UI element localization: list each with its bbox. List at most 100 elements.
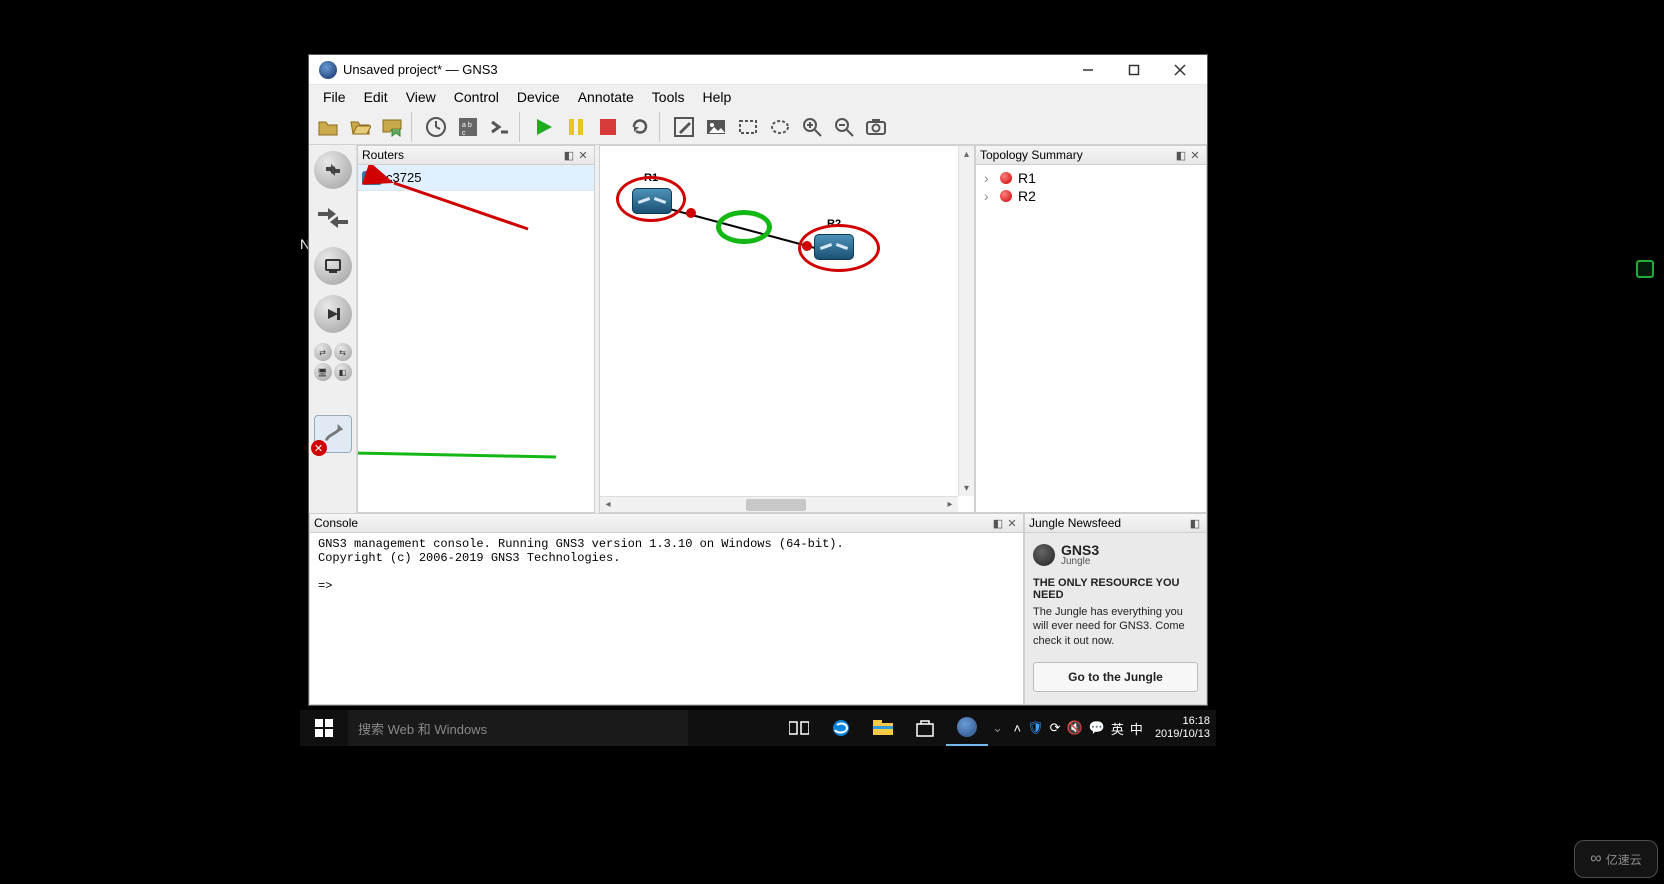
tray-chevron-icon[interactable]: ˄ xyxy=(1014,721,1022,736)
vertical-scrollbar[interactable]: ▴▾ xyxy=(958,146,974,496)
draw-rect-icon[interactable] xyxy=(733,112,763,142)
insert-image-icon[interactable] xyxy=(701,112,731,142)
router-icon xyxy=(362,171,382,185)
store-icon[interactable] xyxy=(904,710,946,746)
expand-icon[interactable]: › xyxy=(984,188,994,204)
svg-text:c: c xyxy=(462,130,466,137)
gns3-logo-icon xyxy=(1033,544,1055,566)
taskbar-search[interactable]: 搜索 Web 和 Windows xyxy=(348,710,688,746)
undock-icon[interactable]: ◧ xyxy=(991,516,1005,530)
topology-item-label: R1 xyxy=(1018,170,1036,186)
snapshot-icon[interactable] xyxy=(421,112,451,142)
topology-item[interactable]: › R2 xyxy=(980,187,1202,205)
close-panel-icon[interactable]: ✕ xyxy=(576,148,590,162)
routers-panel-title[interactable]: Routers ◧ ✕ xyxy=(357,145,595,165)
menu-tools[interactable]: Tools xyxy=(644,87,693,107)
console-panel-title[interactable]: Console ◧ ✕ xyxy=(309,513,1024,533)
console-output[interactable]: GNS3 management console. Running GNS3 ve… xyxy=(309,533,1024,705)
menu-file[interactable]: File xyxy=(315,87,354,107)
menubar: File Edit View Control Device Annotate T… xyxy=(309,85,1207,109)
tray-ime2-icon[interactable]: 中 xyxy=(1130,719,1143,738)
menu-view[interactable]: View xyxy=(398,87,444,107)
tray-shield-icon[interactable]: 🛡 xyxy=(1027,720,1044,736)
router-item[interactable]: c3725 xyxy=(358,165,594,191)
annotation-arrow-red xyxy=(358,165,594,512)
window-title: Unsaved project* — GNS3 xyxy=(343,62,1065,77)
topology-item[interactable]: › R1 xyxy=(980,169,1202,187)
console-all-icon[interactable] xyxy=(485,112,515,142)
search-placeholder: 搜索 Web 和 Windows xyxy=(358,719,487,738)
toolbar: a bc xyxy=(309,109,1207,145)
screenshot-icon[interactable] xyxy=(861,112,891,142)
tray-ime-icon[interactable]: 英 xyxy=(1111,719,1124,738)
topology-item-label: R2 xyxy=(1018,188,1036,204)
topology-panel-label: Topology Summary xyxy=(980,148,1083,162)
routers-panel[interactable]: c3725 xyxy=(357,165,595,513)
running-app-icon[interactable] xyxy=(946,710,988,746)
menu-device[interactable]: Device xyxy=(509,87,568,107)
zoom-out-icon[interactable] xyxy=(829,112,859,142)
topology-canvas[interactable]: R1 R2 ▴▾ ◂▸ xyxy=(599,145,975,513)
start-all-icon[interactable] xyxy=(529,112,559,142)
edge-icon[interactable] xyxy=(820,710,862,746)
app-icon xyxy=(319,61,337,79)
stop-all-icon[interactable] xyxy=(593,112,623,142)
topology-panel[interactable]: › R1 › R2 xyxy=(975,165,1207,513)
taskbar-clock[interactable]: 16:18 2019/10/13 xyxy=(1149,715,1216,741)
go-to-jungle-button[interactable]: Go to the Jungle xyxy=(1033,662,1198,692)
newsfeed-brand-sub: Jungle xyxy=(1061,557,1099,567)
taskbar-overflow-icon[interactable]: ⌄ xyxy=(988,710,1008,746)
security-devices-category-icon[interactable] xyxy=(312,293,354,335)
task-view-icon[interactable] xyxy=(778,710,820,746)
annotate-text-icon[interactable] xyxy=(669,112,699,142)
file-explorer-icon[interactable] xyxy=(862,710,904,746)
router-item-label: c3725 xyxy=(386,170,421,185)
new-project-icon[interactable] xyxy=(313,112,343,142)
add-link-icon[interactable]: ✕ xyxy=(312,413,354,455)
cancel-badge-icon: ✕ xyxy=(311,440,327,456)
horizontal-scrollbar[interactable]: ◂▸ xyxy=(600,496,958,512)
annotation-ellipse-green xyxy=(716,210,772,244)
tray-volume-icon[interactable]: 🔇 xyxy=(1067,720,1083,736)
screen-indicator-icon xyxy=(1636,260,1654,278)
undock-icon[interactable]: ◧ xyxy=(562,148,576,162)
menu-help[interactable]: Help xyxy=(694,87,739,107)
end-devices-category-icon[interactable] xyxy=(312,245,354,287)
menu-annotate[interactable]: Annotate xyxy=(570,87,642,107)
status-stopped-icon xyxy=(1000,172,1012,184)
tray-notification-icon[interactable]: 💬 xyxy=(1089,720,1105,736)
open-project-icon[interactable] xyxy=(345,112,375,142)
titlebar[interactable]: Unsaved project* — GNS3 xyxy=(309,55,1207,85)
save-project-icon[interactable] xyxy=(377,112,407,142)
pause-all-icon[interactable] xyxy=(561,112,591,142)
tray-sync-icon[interactable]: ⟳ xyxy=(1050,720,1061,736)
svg-text:a b: a b xyxy=(462,122,472,129)
start-button[interactable] xyxy=(300,710,348,746)
annotation-ellipse xyxy=(616,176,686,222)
status-stopped-icon xyxy=(1000,190,1012,202)
newsfeed-panel-title[interactable]: Jungle Newsfeed ◧ xyxy=(1024,513,1207,533)
clock-time: 16:18 xyxy=(1155,715,1210,728)
menu-edit[interactable]: Edit xyxy=(356,87,396,107)
minimize-button[interactable] xyxy=(1065,56,1111,84)
menu-control[interactable]: Control xyxy=(446,87,507,107)
topology-panel-title[interactable]: Topology Summary ◧ ✕ xyxy=(975,145,1207,165)
windows-taskbar: 搜索 Web 和 Windows ⌄ ˄ 🛡 ⟳ 🔇 💬 英 中 16:18 2… xyxy=(300,710,1216,746)
switches-category-icon[interactable] xyxy=(312,197,354,239)
undock-icon[interactable]: ◧ xyxy=(1188,516,1202,530)
newsfeed-headline: THE ONLY RESOURCE YOU NEED xyxy=(1033,577,1198,601)
reload-all-icon[interactable] xyxy=(625,112,655,142)
expand-icon[interactable]: › xyxy=(984,170,994,186)
routers-category-icon[interactable] xyxy=(312,149,354,191)
close-button[interactable] xyxy=(1157,56,1203,84)
zoom-in-icon[interactable] xyxy=(797,112,827,142)
system-tray[interactable]: ˄ 🛡 ⟳ 🔇 💬 英 中 xyxy=(1008,719,1149,738)
close-panel-icon[interactable]: ✕ xyxy=(1005,516,1019,530)
draw-ellipse-icon[interactable] xyxy=(765,112,795,142)
newsfeed-body: The Jungle has everything you will ever … xyxy=(1033,605,1198,648)
show-names-icon[interactable]: a bc xyxy=(453,112,483,142)
close-panel-icon[interactable]: ✕ xyxy=(1188,148,1202,162)
undock-icon[interactable]: ◧ xyxy=(1174,148,1188,162)
all-devices-category-icon[interactable]: ⇄⇆🖥◧ xyxy=(312,341,354,383)
maximize-button[interactable] xyxy=(1111,56,1157,84)
